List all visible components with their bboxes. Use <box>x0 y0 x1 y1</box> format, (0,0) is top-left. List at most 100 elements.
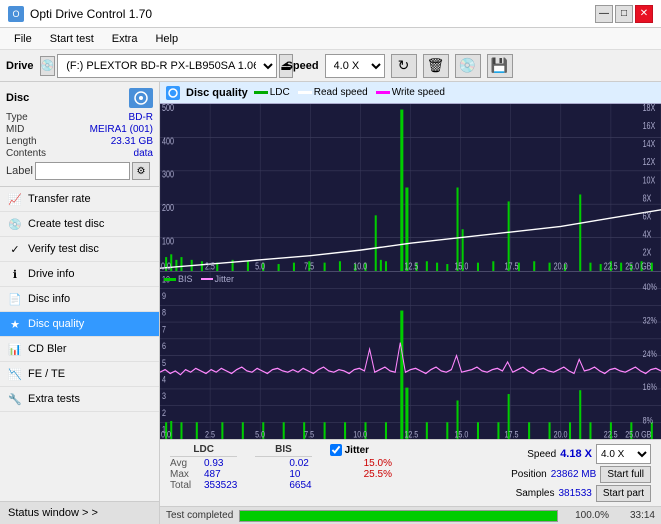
speed-select[interactable]: 4.0 X <box>325 54 385 78</box>
title-bar: O Opti Drive Control 1.70 — □ ✕ <box>0 0 661 28</box>
svg-text:7.5: 7.5 <box>304 260 314 271</box>
svg-text:7: 7 <box>162 325 166 335</box>
status-window-button[interactable]: Status window > > <box>0 501 159 524</box>
bis-color-swatch <box>164 278 176 281</box>
disc-info-button[interactable]: 💿 <box>455 54 481 78</box>
svg-text:6: 6 <box>162 341 166 351</box>
disc-quality-header: Disc quality LDC Read speed Write speed <box>160 82 661 104</box>
menu-start-test[interactable]: Start test <box>42 31 102 47</box>
legend-write-speed: Write speed <box>376 87 445 98</box>
menu-help[interactable]: Help <box>147 31 186 47</box>
svg-text:8X: 8X <box>643 192 652 203</box>
svg-text:18X: 18X <box>643 104 656 113</box>
speed-select-stats[interactable]: 4.0 X <box>596 444 651 464</box>
bis-avg-value: 0.02 <box>289 458 311 469</box>
svg-text:7.5: 7.5 <box>304 430 314 439</box>
start-full-button[interactable]: Start full <box>600 466 651 483</box>
disc-contents-row: Contents data <box>6 148 153 159</box>
svg-text:5: 5 <box>162 358 166 368</box>
close-button[interactable]: ✕ <box>635 5 653 23</box>
disc-label-button[interactable]: ⚙ <box>132 162 150 180</box>
disc-section-title: Disc <box>6 92 29 104</box>
svg-text:400: 400 <box>162 135 174 146</box>
disc-contents-label: Contents <box>6 148 46 159</box>
svg-text:2.5: 2.5 <box>205 260 215 271</box>
legend-read-speed: Read speed <box>298 87 368 98</box>
menu-extra[interactable]: Extra <box>104 31 146 47</box>
svg-text:8%: 8% <box>643 416 653 426</box>
svg-text:5.0: 5.0 <box>255 260 265 271</box>
nav-extra-tests[interactable]: 🔧 Extra tests <box>0 387 159 412</box>
disc-mid-value: MEIRA1 (001) <box>90 124 153 135</box>
svg-text:25.0 GB: 25.0 GB <box>625 430 651 439</box>
nav-create-test-disc[interactable]: 💿 Create test disc <box>0 212 159 237</box>
nav-disc-info-label: Disc info <box>28 293 70 305</box>
start-part-button[interactable]: Start part <box>596 485 651 502</box>
svg-text:12.5: 12.5 <box>404 430 418 439</box>
bis-max-value: 10 <box>289 469 311 480</box>
menu-file[interactable]: File <box>6 31 40 47</box>
menu-bar: File Start test Extra Help <box>0 28 661 50</box>
svg-text:5.0: 5.0 <box>255 430 265 439</box>
minimize-button[interactable]: — <box>595 5 613 23</box>
app-title: Opti Drive Control 1.70 <box>30 7 152 21</box>
bis-label: BIS <box>178 274 193 284</box>
nav-disc-quality[interactable]: ★ Disc quality <box>0 312 159 337</box>
progress-fill <box>240 511 557 521</box>
position-value: 23862 MB <box>551 469 597 480</box>
svg-text:4: 4 <box>162 375 166 385</box>
speed-label: Speed <box>286 60 319 72</box>
svg-text:4X: 4X <box>643 228 652 239</box>
svg-text:300: 300 <box>162 169 174 180</box>
nav-drive-info[interactable]: ℹ Drive info <box>0 262 159 287</box>
right-controls: Speed 4.18 X 4.0 X Position 23862 MB Sta… <box>511 444 651 502</box>
disc-label-label: Label <box>6 165 33 177</box>
legend-ldc-label: LDC <box>270 87 290 98</box>
nav-disc-quality-label: Disc quality <box>28 318 84 330</box>
nav-verify-test-disc[interactable]: ✓ Verify test disc <box>0 237 159 262</box>
drive-icon: 💿 <box>40 56 56 76</box>
svg-text:8: 8 <box>162 308 166 318</box>
svg-text:15.0: 15.0 <box>454 260 468 271</box>
status-text: Test completed <box>166 510 233 521</box>
nav-cd-bler[interactable]: 📊 CD Bler <box>0 337 159 362</box>
nav-disc-info[interactable]: 📄 Disc info <box>0 287 159 312</box>
disc-length-row: Length 23.31 GB <box>6 136 153 147</box>
bis-stats-column: BIS 0.02 10 6654 <box>255 444 311 502</box>
disc-length-value: 23.31 GB <box>111 136 153 147</box>
nav-cd-bler-label: CD Bler <box>28 343 67 355</box>
jitter-max-row: 25.5% <box>330 469 392 480</box>
svg-text:9: 9 <box>162 291 166 301</box>
ldc-total-value: 353523 <box>204 480 237 491</box>
jitter-checkbox[interactable] <box>330 444 342 456</box>
disc-type-label: Type <box>6 112 28 123</box>
samples-row: Samples 381533 Start part <box>516 485 651 502</box>
disc-label-input[interactable] <box>35 162 130 180</box>
svg-text:17.5: 17.5 <box>505 430 519 439</box>
progress-bar <box>239 510 558 522</box>
ldc-max-value: 487 <box>204 469 237 480</box>
nav-fe-te[interactable]: 📉 FE / TE <box>0 362 159 387</box>
save-button[interactable]: 💾 <box>487 54 513 78</box>
charts-container: 500 400 300 200 100 18X 16X 14X 12X 10X … <box>160 104 661 439</box>
spin-button[interactable]: ↻ <box>391 54 417 78</box>
svg-text:200: 200 <box>162 202 174 213</box>
speed-display-label: Speed <box>527 449 556 460</box>
erase-button[interactable]: 🗑 <box>423 54 449 78</box>
jitter-header-row: Jitter <box>330 444 392 456</box>
svg-text:24%: 24% <box>643 349 657 359</box>
nav-transfer-rate[interactable]: 📈 Transfer rate <box>0 187 159 212</box>
sidebar: Disc Type BD-R MID MEIRA1 (001) Length 2… <box>0 82 160 524</box>
svg-text:10.0: 10.0 <box>353 430 367 439</box>
ldc-chart-svg: 500 400 300 200 100 18X 16X 14X 12X 10X … <box>160 104 661 271</box>
drive-select[interactable]: (F:) PLEXTOR BD-R PX-LB950SA 1.06 <box>57 54 277 78</box>
maximize-button[interactable]: □ <box>615 5 633 23</box>
svg-text:16%: 16% <box>643 382 657 392</box>
position-label: Position <box>511 469 547 480</box>
bis-total-label <box>255 480 285 491</box>
nav-items: 📈 Transfer rate 💿 Create test disc ✓ Ver… <box>0 187 159 501</box>
legend-ldc: LDC <box>254 87 290 98</box>
disc-info-icon: 📄 <box>8 292 22 306</box>
svg-text:2X: 2X <box>643 247 652 258</box>
svg-text:3: 3 <box>162 391 166 401</box>
